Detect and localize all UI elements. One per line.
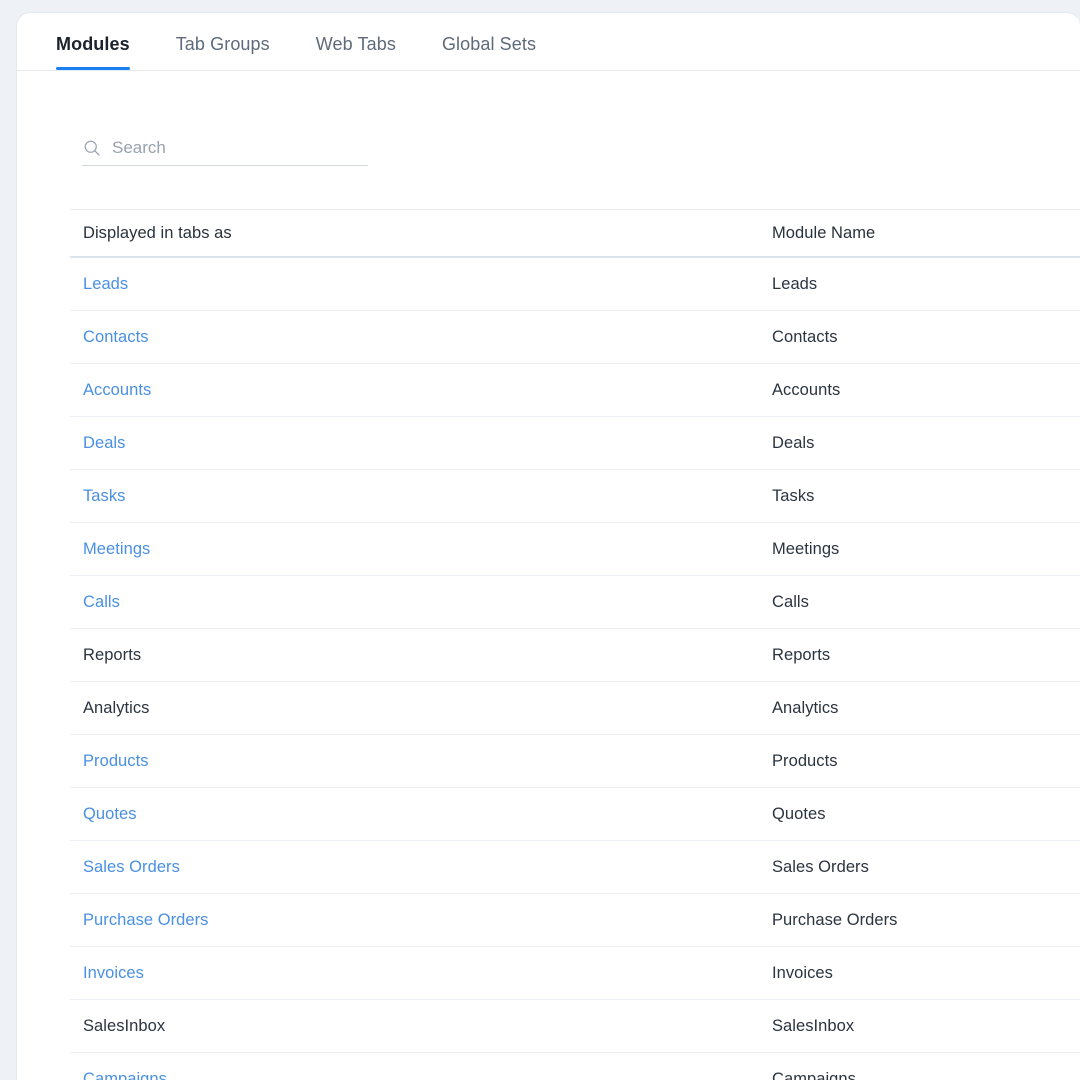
search-icon bbox=[84, 140, 100, 156]
tab-tab-groups[interactable]: Tab Groups bbox=[176, 35, 270, 70]
module-link[interactable]: Contacts bbox=[70, 328, 758, 347]
table-row: Products Products bbox=[70, 735, 1080, 788]
table-row: Analytics Analytics bbox=[70, 682, 1080, 735]
module-link[interactable]: Purchase Orders bbox=[70, 911, 758, 930]
column-header-displayed-in-tabs-as: Displayed in tabs as bbox=[83, 223, 232, 242]
module-link[interactable]: Quotes bbox=[70, 805, 758, 824]
tab-global-sets[interactable]: Global Sets bbox=[442, 35, 536, 70]
table-row: Contacts Contacts bbox=[70, 311, 1080, 364]
table-row: Meetings Meetings bbox=[70, 523, 1080, 576]
module-link[interactable]: Products bbox=[70, 752, 758, 771]
module-name-value: Products bbox=[772, 751, 838, 770]
table-row: Leads Leads bbox=[70, 258, 1080, 311]
tab-web-tabs-label: Web Tabs bbox=[315, 34, 396, 54]
module-name-value: Accounts bbox=[772, 380, 841, 399]
table-body: Leads Leads Contacts Contacts Accounts Accoun… bbox=[70, 258, 1080, 1080]
tab-bar: Modules Tab Groups Web Tabs Global Sets bbox=[17, 13, 1080, 71]
module-name-value: Invoices bbox=[772, 963, 833, 982]
module-link[interactable]: Campaigns bbox=[70, 1070, 758, 1080]
table-row: Quotes Quotes bbox=[70, 788, 1080, 841]
module-name-value: Analytics bbox=[772, 698, 839, 717]
module-name-value: Quotes bbox=[772, 804, 826, 823]
module-name-value: Campaigns bbox=[772, 1069, 856, 1080]
tab-tab-groups-label: Tab Groups bbox=[175, 34, 270, 54]
module-name-value: SalesInbox bbox=[772, 1016, 855, 1035]
module-name-value: Contacts bbox=[772, 327, 838, 346]
module-link[interactable]: Accounts bbox=[70, 381, 758, 400]
search-row bbox=[82, 131, 368, 166]
app-root: Modules Tab Groups Web Tabs Global Sets bbox=[0, 0, 1080, 1080]
module-name-value: Meetings bbox=[772, 539, 840, 558]
module-link[interactable]: Calls bbox=[70, 593, 758, 612]
module-label: Analytics bbox=[83, 698, 150, 717]
table-row: Tasks Tasks bbox=[70, 470, 1080, 523]
modules-settings-card: Modules Tab Groups Web Tabs Global Sets bbox=[16, 12, 1080, 1080]
module-link[interactable]: Meetings bbox=[70, 540, 758, 559]
tab-modules-label: Modules bbox=[56, 34, 130, 54]
tab-global-sets-label: Global Sets bbox=[441, 34, 537, 54]
module-link[interactable]: Deals bbox=[70, 434, 758, 453]
table-row: Sales Orders Sales Orders bbox=[70, 841, 1080, 894]
module-name-value: Calls bbox=[772, 592, 809, 611]
table-row: Deals Deals bbox=[70, 417, 1080, 470]
module-name-value: Reports bbox=[772, 645, 831, 664]
search-input[interactable] bbox=[112, 138, 352, 158]
modules-table: Displayed in tabs as Module Name Leads Le… bbox=[70, 209, 1080, 1080]
tab-web-tabs[interactable]: Web Tabs bbox=[316, 35, 396, 70]
module-name-value: Deals bbox=[772, 433, 815, 452]
module-name-value: Tasks bbox=[772, 486, 815, 505]
module-label: SalesInbox bbox=[83, 1016, 166, 1035]
module-name-value: Sales Orders bbox=[772, 857, 869, 876]
table-header-row: Displayed in tabs as Module Name bbox=[70, 210, 1080, 258]
table-row: Invoices Invoices bbox=[70, 947, 1080, 1000]
table-row: Calls Calls bbox=[70, 576, 1080, 629]
module-link[interactable]: Sales Orders bbox=[70, 858, 758, 877]
module-name-value: Purchase Orders bbox=[772, 910, 898, 929]
column-header-module-name: Module Name bbox=[772, 223, 876, 242]
table-row: Campaigns Campaigns bbox=[70, 1053, 1080, 1080]
module-name-value: Leads bbox=[772, 274, 818, 293]
module-link[interactable]: Invoices bbox=[70, 964, 758, 983]
table-row: Accounts Accounts bbox=[70, 364, 1080, 417]
module-link[interactable]: Leads bbox=[70, 275, 758, 294]
module-link[interactable]: Tasks bbox=[70, 487, 758, 506]
module-label: Reports bbox=[83, 645, 142, 664]
search-field[interactable] bbox=[82, 131, 368, 166]
table-row: Reports Reports bbox=[70, 629, 1080, 682]
table-row: Purchase Orders Purchase Orders bbox=[70, 894, 1080, 947]
table-row: SalesInbox SalesInbox bbox=[70, 1000, 1080, 1053]
tab-modules[interactable]: Modules bbox=[56, 35, 130, 70]
